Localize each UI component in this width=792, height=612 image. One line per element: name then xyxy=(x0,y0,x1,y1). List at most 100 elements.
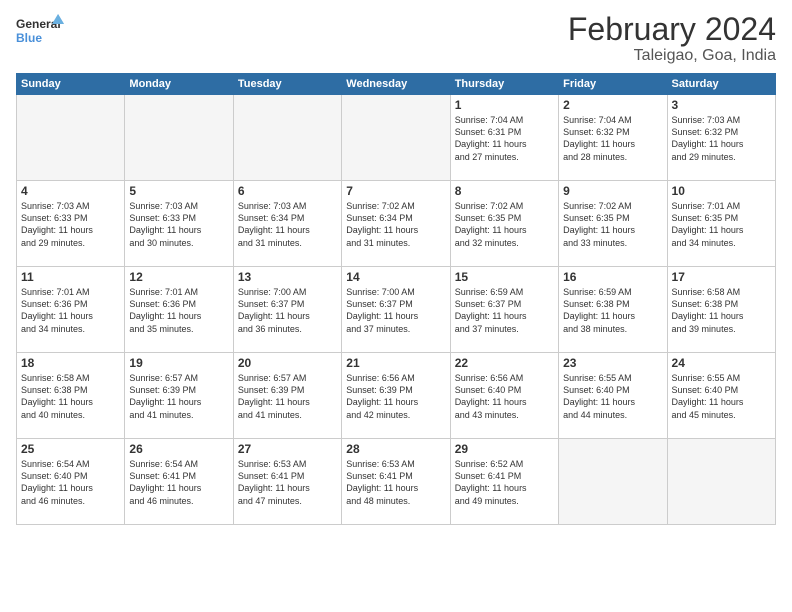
day-header-wednesday: Wednesday xyxy=(342,74,450,95)
calendar-cell: 12 Sunrise: 7:01 AM Sunset: 6:36 PM Dayli… xyxy=(125,267,233,353)
day-number: 3 xyxy=(672,98,771,112)
day-number: 24 xyxy=(672,356,771,370)
day-number: 4 xyxy=(21,184,120,198)
calendar-cell: 1Sunrise: 7:04 AM Sunset: 6:31 PM Daylig… xyxy=(450,95,558,181)
day-header-saturday: Saturday xyxy=(667,74,775,95)
day-header-sunday: Sunday xyxy=(17,74,125,95)
day-info: Sunrise: 7:00 AM Sunset: 6:37 PM Dayligh… xyxy=(238,286,337,335)
day-info: Sunrise: 7:00 AM Sunset: 6:37 PM Dayligh… xyxy=(346,286,445,335)
calendar-cell: 24 Sunrise: 6:55 AM Sunset: 6:40 PM Dayli… xyxy=(667,353,775,439)
day-number: 5 xyxy=(129,184,228,198)
calendar-cell xyxy=(342,95,450,181)
calendar-cell: 17 Sunrise: 6:58 AM Sunset: 6:38 PM Dayli… xyxy=(667,267,775,353)
calendar-cell: 13 Sunrise: 7:00 AM Sunset: 6:37 PM Dayli… xyxy=(233,267,341,353)
day-number: 19 xyxy=(129,356,228,370)
day-info: Sunrise: 7:01 AM Sunset: 6:36 PM Dayligh… xyxy=(129,286,228,335)
week-row-5: 25 Sunrise: 6:54 AM Sunset: 6:40 PM Dayli… xyxy=(17,439,776,525)
day-header-thursday: Thursday xyxy=(450,74,558,95)
day-number: 6 xyxy=(238,184,337,198)
calendar-cell: 21 Sunrise: 6:56 AM Sunset: 6:39 PM Dayli… xyxy=(342,353,450,439)
calendar-cell: 7 Sunrise: 7:02 AM Sunset: 6:34 PM Daylig… xyxy=(342,181,450,267)
calendar-cell: 6 Sunrise: 7:03 AM Sunset: 6:34 PM Daylig… xyxy=(233,181,341,267)
header: General Blue February 2024 Taleigao, Goa… xyxy=(16,12,776,65)
day-info: Sunrise: 7:03 AM Sunset: 6:33 PM Dayligh… xyxy=(129,200,228,249)
calendar-cell: 2 Sunrise: 7:04 AM Sunset: 6:32 PM Daylig… xyxy=(559,95,667,181)
day-number: 15 xyxy=(455,270,554,284)
day-number: 27 xyxy=(238,442,337,456)
calendar-cell: 4 Sunrise: 7:03 AM Sunset: 6:33 PM Daylig… xyxy=(17,181,125,267)
day-number: 13 xyxy=(238,270,337,284)
calendar-cell: 27 Sunrise: 6:53 AM Sunset: 6:41 PM Dayli… xyxy=(233,439,341,525)
calendar-cell: 23 Sunrise: 6:55 AM Sunset: 6:40 PM Dayli… xyxy=(559,353,667,439)
day-info: Sunrise: 7:03 AM Sunset: 6:34 PM Dayligh… xyxy=(238,200,337,249)
calendar-cell: 29 Sunrise: 6:52 AM Sunset: 6:41 PM Dayli… xyxy=(450,439,558,525)
day-number: 26 xyxy=(129,442,228,456)
title-area: February 2024 Taleigao, Goa, India xyxy=(568,12,776,65)
day-number: 11 xyxy=(21,270,120,284)
calendar-table: SundayMondayTuesdayWednesdayThursdayFrid… xyxy=(16,73,776,525)
month-title: February 2024 xyxy=(568,12,776,47)
day-info: Sunrise: 6:58 AM Sunset: 6:38 PM Dayligh… xyxy=(672,286,771,335)
day-number: 23 xyxy=(563,356,662,370)
day-info: Sunrise: 6:55 AM Sunset: 6:40 PM Dayligh… xyxy=(672,372,771,421)
day-number: 28 xyxy=(346,442,445,456)
day-info: Sunrise: 6:56 AM Sunset: 6:39 PM Dayligh… xyxy=(346,372,445,421)
calendar-cell: 10Sunrise: 7:01 AM Sunset: 6:35 PM Dayli… xyxy=(667,181,775,267)
day-number: 16 xyxy=(563,270,662,284)
calendar-cell: 9 Sunrise: 7:02 AM Sunset: 6:35 PM Daylig… xyxy=(559,181,667,267)
calendar-cell: 18Sunrise: 6:58 AM Sunset: 6:38 PM Dayli… xyxy=(17,353,125,439)
day-info: Sunrise: 6:53 AM Sunset: 6:41 PM Dayligh… xyxy=(238,458,337,507)
day-number: 8 xyxy=(455,184,554,198)
page: General Blue February 2024 Taleigao, Goa… xyxy=(0,0,792,612)
day-header-tuesday: Tuesday xyxy=(233,74,341,95)
day-number: 25 xyxy=(21,442,120,456)
calendar-cell xyxy=(559,439,667,525)
svg-text:Blue: Blue xyxy=(16,31,42,45)
day-number: 14 xyxy=(346,270,445,284)
week-row-1: 1Sunrise: 7:04 AM Sunset: 6:31 PM Daylig… xyxy=(17,95,776,181)
calendar-cell xyxy=(17,95,125,181)
calendar-cell: 15Sunrise: 6:59 AM Sunset: 6:37 PM Dayli… xyxy=(450,267,558,353)
day-info: Sunrise: 6:55 AM Sunset: 6:40 PM Dayligh… xyxy=(563,372,662,421)
day-info: Sunrise: 7:03 AM Sunset: 6:33 PM Dayligh… xyxy=(21,200,120,249)
day-info: Sunrise: 7:02 AM Sunset: 6:35 PM Dayligh… xyxy=(563,200,662,249)
day-info: Sunrise: 6:57 AM Sunset: 6:39 PM Dayligh… xyxy=(238,372,337,421)
day-number: 29 xyxy=(455,442,554,456)
day-number: 1 xyxy=(455,98,554,112)
day-number: 20 xyxy=(238,356,337,370)
day-info: Sunrise: 6:52 AM Sunset: 6:41 PM Dayligh… xyxy=(455,458,554,507)
week-row-3: 11 Sunrise: 7:01 AM Sunset: 6:36 PM Dayli… xyxy=(17,267,776,353)
day-number: 9 xyxy=(563,184,662,198)
day-number: 2 xyxy=(563,98,662,112)
day-info: Sunrise: 7:01 AM Sunset: 6:35 PM Dayligh… xyxy=(672,200,771,249)
week-row-2: 4 Sunrise: 7:03 AM Sunset: 6:33 PM Daylig… xyxy=(17,181,776,267)
day-info: Sunrise: 6:54 AM Sunset: 6:40 PM Dayligh… xyxy=(21,458,120,507)
day-info: Sunrise: 7:04 AM Sunset: 6:32 PM Dayligh… xyxy=(563,114,662,163)
week-row-4: 18Sunrise: 6:58 AM Sunset: 6:38 PM Dayli… xyxy=(17,353,776,439)
day-number: 12 xyxy=(129,270,228,284)
day-number: 21 xyxy=(346,356,445,370)
calendar-cell xyxy=(667,439,775,525)
day-header-friday: Friday xyxy=(559,74,667,95)
calendar-cell: 11 Sunrise: 7:01 AM Sunset: 6:36 PM Dayli… xyxy=(17,267,125,353)
calendar-cell: 20 Sunrise: 6:57 AM Sunset: 6:39 PM Dayli… xyxy=(233,353,341,439)
day-info: Sunrise: 6:59 AM Sunset: 6:38 PM Dayligh… xyxy=(563,286,662,335)
day-header-monday: Monday xyxy=(125,74,233,95)
logo-svg: General Blue xyxy=(16,12,66,48)
calendar-cell: 14 Sunrise: 7:00 AM Sunset: 6:37 PM Dayli… xyxy=(342,267,450,353)
calendar-cell: 22Sunrise: 6:56 AM Sunset: 6:40 PM Dayli… xyxy=(450,353,558,439)
calendar-cell: 5 Sunrise: 7:03 AM Sunset: 6:33 PM Daylig… xyxy=(125,181,233,267)
calendar-cell xyxy=(125,95,233,181)
day-number: 18 xyxy=(21,356,120,370)
day-info: Sunrise: 6:57 AM Sunset: 6:39 PM Dayligh… xyxy=(129,372,228,421)
subtitle: Taleigao, Goa, India xyxy=(568,47,776,65)
day-info: Sunrise: 7:01 AM Sunset: 6:36 PM Dayligh… xyxy=(21,286,120,335)
calendar-cell: 25 Sunrise: 6:54 AM Sunset: 6:40 PM Dayli… xyxy=(17,439,125,525)
day-number: 17 xyxy=(672,270,771,284)
day-info: Sunrise: 6:53 AM Sunset: 6:41 PM Dayligh… xyxy=(346,458,445,507)
calendar-cell: 16 Sunrise: 6:59 AM Sunset: 6:38 PM Dayli… xyxy=(559,267,667,353)
day-info: Sunrise: 7:02 AM Sunset: 6:34 PM Dayligh… xyxy=(346,200,445,249)
day-info: Sunrise: 6:54 AM Sunset: 6:41 PM Dayligh… xyxy=(129,458,228,507)
calendar-cell: 26 Sunrise: 6:54 AM Sunset: 6:41 PM Dayli… xyxy=(125,439,233,525)
day-number: 7 xyxy=(346,184,445,198)
